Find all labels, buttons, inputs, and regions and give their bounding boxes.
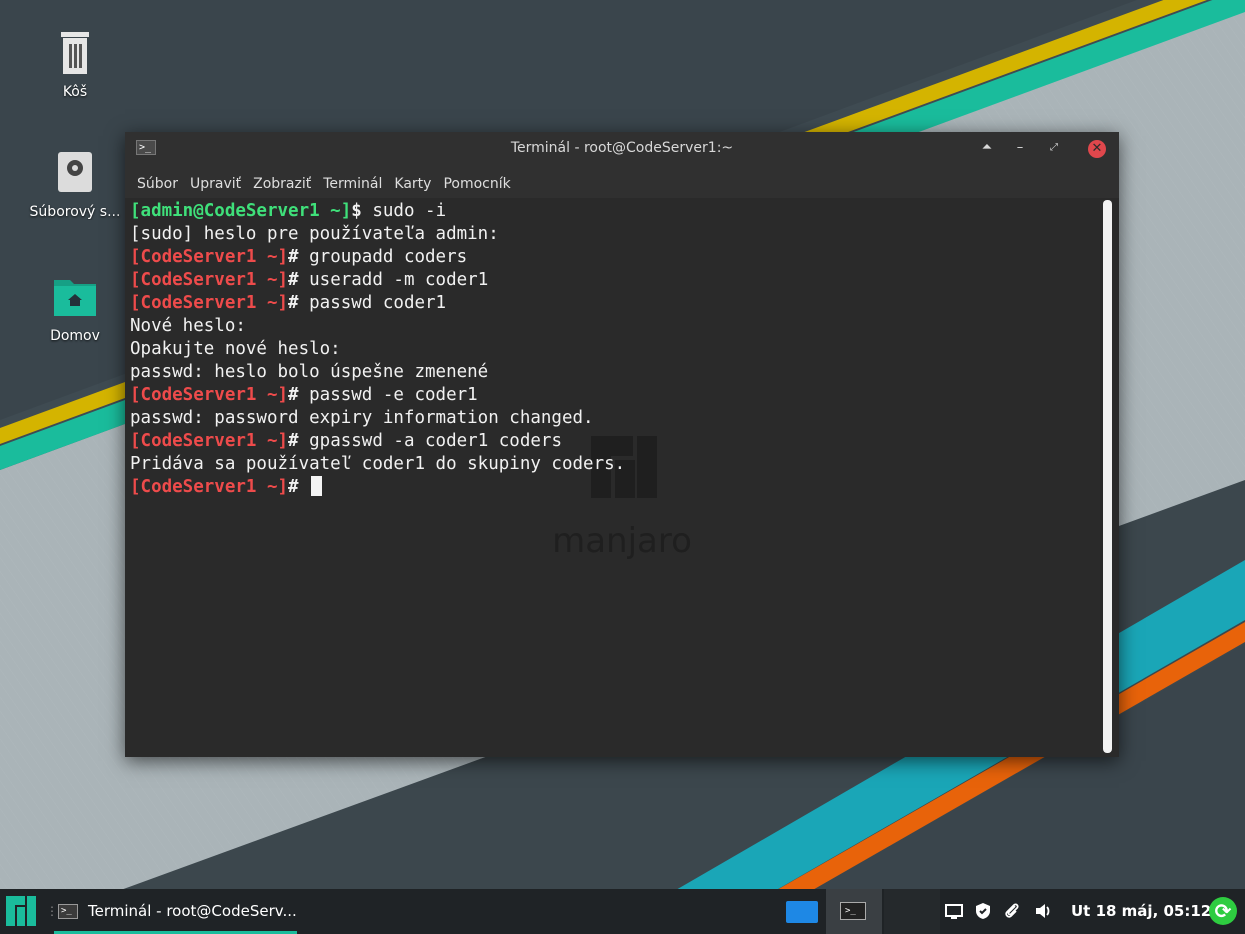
menubar: Súbor Upraviť Zobraziť Terminál Karty Pomocní…	[125, 166, 1119, 198]
shell-command: passwd -e coder1	[298, 385, 478, 405]
update-icon[interactable]: ⟳	[1209, 897, 1237, 925]
clock[interactable]: Ut 18 máj, 05:12	[1071, 902, 1211, 920]
minimize-button[interactable]: –	[1011, 140, 1029, 155]
terminal-output[interactable]: manjaro [admin@CodeServer1 ~]$ sudo -i [s…	[125, 198, 1119, 757]
desktop-icon-label: Súborový s...	[29, 204, 121, 220]
terminal-line: [CodeServer1 ~]# gpasswd -a coder1 coder…	[130, 430, 625, 453]
trash-icon	[61, 32, 89, 74]
terminal-line: passwd: password expiry information chan…	[130, 407, 625, 430]
shell-command: passwd coder1	[298, 293, 447, 313]
terminal-line: [CodeServer1 ~]# groupadd coders	[130, 246, 625, 269]
scrollbar[interactable]	[1103, 200, 1112, 753]
menu-tabs[interactable]: Karty	[394, 176, 431, 192]
shell-command: groupadd coders	[298, 247, 468, 267]
desktop-icon-home[interactable]: Domov	[27, 274, 123, 344]
text-cursor	[311, 476, 323, 496]
shell-command: gpasswd -a coder1 coders	[298, 431, 562, 451]
manjaro-start-icon[interactable]	[6, 896, 36, 926]
terminal-window[interactable]: >_ Terminál - root@CodeServer1:~ ⏶ – ⤢ ✕…	[125, 132, 1119, 757]
terminal-line: Pridáva sa používateľ coder1 do skupiny …	[130, 453, 625, 476]
paperclip-icon[interactable]	[1002, 901, 1022, 921]
home-folder-icon	[54, 280, 96, 316]
shell-prompt: [CodeServer1 ~]#	[130, 477, 299, 497]
shield-icon[interactable]	[973, 901, 993, 921]
desktop-icon-label: Domov	[50, 328, 100, 344]
shell-output: passwd: heslo bolo úspešne zmenené	[130, 362, 489, 382]
terminal-app-icon: >_	[840, 902, 866, 920]
workspace-2[interactable]: >_	[826, 889, 882, 934]
taskbar-item-label: Terminál - root@CodeServ...	[88, 902, 297, 920]
shell-prompt: [CodeServer1 ~]#	[130, 247, 299, 267]
terminal-line: passwd: heslo bolo úspešne zmenené	[130, 361, 625, 384]
menu-file[interactable]: Súbor	[137, 176, 178, 192]
workspace-3[interactable]	[884, 889, 940, 934]
terminal-line: Nové heslo:	[130, 315, 625, 338]
window-title: Terminál - root@CodeServer1:~	[510, 140, 734, 156]
watermark-text: manjaro	[552, 521, 692, 561]
volume-icon[interactable]	[1033, 901, 1053, 921]
terminal-line: [admin@CodeServer1 ~]$ sudo -i	[130, 200, 625, 223]
shell-prompt: [CodeServer1 ~]#	[130, 431, 299, 451]
display-icon[interactable]	[944, 901, 964, 921]
taskbar: ⋮ >_ Terminál - root@CodeServ... >_ Ut 1…	[0, 889, 1245, 934]
desktop-icon-label: Kôš	[62, 84, 88, 100]
menu-terminal[interactable]: Terminál	[323, 176, 382, 192]
workspace-1[interactable]	[786, 901, 818, 923]
menu-view[interactable]: Zobraziť	[253, 176, 311, 192]
terminal-line: Opakujte nové heslo:	[130, 338, 625, 361]
close-button[interactable]: ✕	[1088, 140, 1106, 158]
terminal-line: [CodeServer1 ~]# useradd -m coder1	[130, 269, 625, 292]
shell-prompt: [admin@CodeServer1 ~]$	[130, 201, 362, 221]
shell-output: [sudo] heslo pre používateľa admin:	[130, 224, 499, 244]
shell-command	[299, 477, 310, 497]
shell-output: Pridáva sa používateľ coder1 do skupiny …	[130, 454, 626, 474]
shell-prompt: [CodeServer1 ~]#	[130, 293, 299, 313]
terminal-line: [CodeServer1 ~]# passwd coder1	[130, 292, 625, 315]
shell-command: sudo -i	[361, 201, 447, 221]
menu-edit[interactable]: Upraviť	[190, 176, 241, 192]
taskbar-item-terminal[interactable]: >_ Terminál - root@CodeServ...	[54, 889, 297, 934]
shell-command: useradd -m coder1	[298, 270, 489, 290]
terminal-line: [CodeServer1 ~]# passwd -e coder1	[130, 384, 625, 407]
shell-prompt: [CodeServer1 ~]#	[130, 385, 299, 405]
shade-button[interactable]: ⏶	[978, 140, 996, 155]
maximize-button[interactable]: ⤢	[1045, 142, 1063, 153]
shell-output: Nové heslo:	[130, 316, 246, 336]
desktop-icon-filesystem[interactable]: Súborový s...	[27, 150, 123, 220]
drive-icon	[58, 152, 92, 192]
desktop-icon-trash[interactable]: Kôš	[27, 30, 123, 100]
terminal-lines: [admin@CodeServer1 ~]$ sudo -i [sudo] hes…	[130, 200, 625, 499]
terminal-app-icon: >_	[58, 904, 78, 919]
terminal-line: [CodeServer1 ~]#	[130, 476, 625, 499]
shell-prompt: [CodeServer1 ~]#	[130, 270, 299, 290]
terminal-line: [sudo] heslo pre používateľa admin:	[130, 223, 625, 246]
window-titlebar[interactable]: >_ Terminál - root@CodeServer1:~ ⏶ – ⤢ ✕	[125, 132, 1119, 166]
menu-help[interactable]: Pomocník	[443, 176, 510, 192]
shell-output: passwd: password expiry information chan…	[130, 408, 594, 428]
shell-output: Opakujte nové heslo:	[130, 339, 341, 359]
